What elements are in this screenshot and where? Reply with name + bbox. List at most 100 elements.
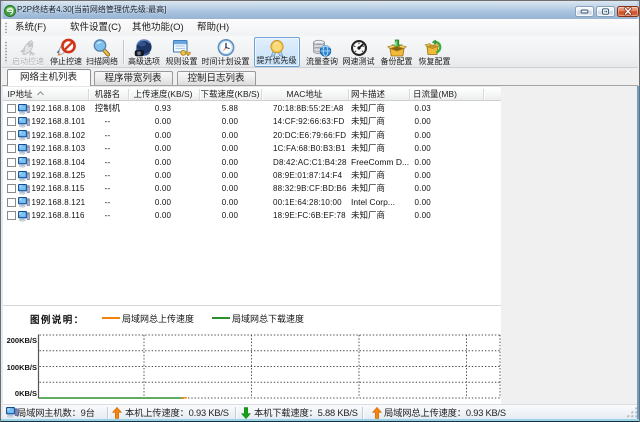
host-row-3[interactable]: 192.168.8.102--0.000.0020:DC:E6:79:66:FD… (3, 129, 501, 142)
cell-name: -- (88, 169, 128, 182)
toolbar-button-5[interactable]: 规则设置 (162, 37, 201, 67)
cell-vendor: 未知厂商 (351, 169, 385, 182)
restore-config-box-icon (424, 38, 446, 58)
host-list-panel: IP地址机器名上传速度(KB/S)下载速度(KB/S)MAC地址网卡描述日流量(… (3, 86, 501, 306)
toolbar-button-10[interactable]: 备份配置 (378, 37, 416, 67)
host-row-7[interactable]: 192.168.8.115--0.000.0088:32:9B:CF:BD:B6… (3, 182, 501, 195)
host-checkbox[interactable] (7, 104, 16, 113)
client-area-filler (501, 86, 638, 405)
start-control-rocket-icon (17, 38, 39, 58)
host-row-6[interactable]: 192.168.8.125--0.000.0008:9E:01:87:14:F4… (3, 169, 501, 182)
menu-item-2[interactable]: 软件设置(C) (70, 19, 121, 36)
host-checkbox[interactable] (7, 184, 16, 193)
toolbar-button-7[interactable]: 提升优先级 (254, 37, 300, 67)
statusbar-separator (362, 407, 363, 419)
tab-2[interactable]: 程序带宽列表 (94, 71, 173, 85)
host-computer-icon (18, 210, 30, 222)
menu-item-1[interactable]: 系统(F) (15, 19, 46, 36)
toolbar-gripper[interactable] (5, 41, 7, 63)
column-header-5[interactable]: MAC地址 (245, 87, 365, 101)
cell-daily: 0.00 (415, 129, 431, 142)
cell-upload: 0.00 (128, 129, 199, 142)
menu-item-4[interactable]: 帮助(H) (197, 19, 229, 36)
cell-vendor: 未知厂商 (351, 129, 385, 142)
menu-item-3[interactable]: 其他功能(O) (132, 19, 184, 36)
toolbar-button-8[interactable]: 流量查询 (303, 37, 341, 67)
column-separator[interactable] (88, 89, 89, 100)
menubar-gripper[interactable] (5, 22, 7, 33)
column-header-6[interactable]: 网卡描述 (351, 87, 385, 101)
cell-download: 0.00 (199, 196, 262, 209)
column-header-1[interactable]: IP地址 (8, 87, 33, 101)
toolbar-button-11[interactable]: 恢复配置 (416, 37, 454, 67)
host-checkbox[interactable] (7, 131, 16, 140)
time-schedule-clock-icon (215, 38, 237, 58)
cell-upload: 0.00 (128, 182, 199, 195)
host-row-2[interactable]: 192.168.8.101--0.000.0014:CF:92:66:63:FD… (3, 115, 501, 128)
minimize-button[interactable] (575, 6, 594, 17)
cell-vendor: 未知厂商 (351, 115, 385, 128)
toolbar-button-label: 启动控速 (9, 57, 47, 66)
column-separator[interactable] (128, 89, 129, 100)
column-separator[interactable] (409, 89, 410, 100)
toolbar-button-6[interactable]: 时间计划设置 (200, 37, 252, 67)
toolbar-button-3[interactable]: 扫描网络 (83, 37, 121, 67)
cell-upload: 0.00 (128, 209, 199, 222)
cell-vendor: Intel Corp... (351, 196, 395, 209)
traffic-query-database-icon (311, 38, 333, 58)
cell-daily: 0.00 (415, 115, 431, 128)
toolbar-button-label: 高级选项 (125, 57, 163, 66)
cell-vendor: 未知厂商 (351, 142, 385, 155)
toolbar-button-4[interactable]: 高级选项 (125, 37, 163, 67)
cell-download: 0.00 (199, 169, 262, 182)
host-checkbox[interactable] (7, 158, 16, 167)
cell-mac: 14:CF:92:66:63:FD (273, 115, 344, 128)
host-row-9[interactable]: 192.168.8.116--0.000.0018:9E:FC:6B:EF:78… (3, 209, 501, 222)
cell-name: -- (88, 209, 128, 222)
cell-download: 0.00 (199, 115, 262, 128)
host-row-5[interactable]: 192.168.8.104--0.000.00D8:42:AC:C1:B4:28… (3, 156, 501, 169)
maximize-button[interactable] (596, 6, 615, 17)
column-header-7[interactable]: 日流量(MB) (413, 87, 457, 101)
host-checkbox[interactable] (7, 144, 16, 153)
column-separator[interactable] (199, 89, 200, 100)
column-separator[interactable] (348, 89, 349, 100)
tab-3[interactable]: 控制日志列表 (177, 71, 256, 85)
toolbar-button-label: 规则设置 (162, 57, 201, 66)
host-checkbox[interactable] (7, 171, 16, 180)
cell-upload: 0.00 (128, 142, 199, 155)
column-separator[interactable] (483, 89, 484, 100)
cell-upload: 0.93 (128, 102, 199, 115)
host-computer-icon (18, 156, 30, 168)
cell-name: -- (88, 156, 128, 169)
host-checkbox[interactable] (7, 211, 16, 220)
close-button[interactable] (617, 6, 639, 17)
cell-upload: 0.00 (128, 196, 199, 209)
traffic-chart-panel: 图例说明： 局域网总上传速度 局域网总下载速度 200KB/S100KB/S0K… (3, 306, 501, 405)
cell-name: -- (88, 129, 128, 142)
host-row-8[interactable]: 192.168.8.121--0.000.0000:1E:64:28:10:00… (3, 196, 501, 209)
scan-network-magnifier-icon (91, 38, 113, 58)
app-logo-icon (4, 4, 16, 16)
cell-upload: 0.00 (128, 156, 199, 169)
toolbar-button-2[interactable]: 停止控速 (47, 37, 85, 67)
backup-config-box-icon (386, 38, 408, 58)
host-computer-icon (18, 116, 30, 128)
toolbar-button-1[interactable]: 启动控速 (9, 37, 47, 67)
upload-arrow-icon (112, 407, 122, 419)
title-bar[interactable]: P2P终结者4.30[当前网络管理优先级:最高] (1, 1, 639, 19)
host-row-1[interactable]: 192.168.8.108控制机0.935.8870:18:8B:55:2E:A… (3, 102, 501, 115)
toolbar-button-label: 备份配置 (378, 57, 416, 66)
cell-mac: D8:42:AC:C1:B4:28 (273, 156, 347, 169)
host-row-4[interactable]: 192.168.8.103--0.000.001C:FA:68:B0:B3:B1… (3, 142, 501, 155)
window-border-left (1, 86, 3, 419)
list-header: IP地址机器名上传速度(KB/S)下载速度(KB/S)MAC地址网卡描述日流量(… (3, 86, 501, 101)
tab-1[interactable]: 网络主机列表 (7, 69, 91, 86)
cell-download: 5.88 (199, 102, 262, 115)
host-computer-icon (18, 129, 30, 141)
host-checkbox[interactable] (7, 198, 16, 207)
host-checkbox[interactable] (7, 117, 16, 126)
cell-name: 控制机 (88, 102, 128, 115)
column-separator[interactable] (261, 89, 262, 100)
toolbar-button-9[interactable]: 网速测试 (340, 37, 378, 67)
